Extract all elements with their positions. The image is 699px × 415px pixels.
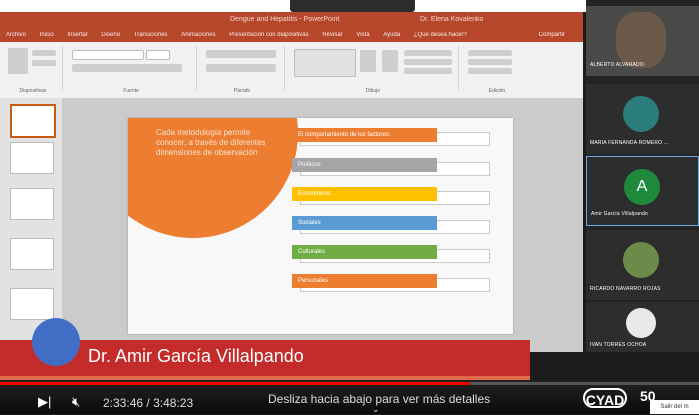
paragraph-list-buttons[interactable] — [206, 50, 276, 58]
participant-name: Amir García Villalpando — [591, 211, 649, 217]
blue-circle-graphic — [32, 318, 80, 366]
share-button[interactable]: Compartir — [539, 32, 565, 38]
menu-animaciones[interactable]: Animaciones — [181, 32, 215, 38]
ribbon-group-editing: Edición — [462, 46, 532, 94]
exit-button[interactable]: Salir del m — [650, 400, 699, 414]
font-format-buttons[interactable] — [72, 64, 182, 72]
item-box-sociales[interactable]: Sociales — [292, 216, 437, 230]
menu-archivo[interactable]: Archivo — [6, 32, 26, 38]
participant-tile[interactable]: IVAN TORRES OCHOA — [586, 302, 699, 352]
participant-name: RICARDO NAVARRO ROJAS — [590, 286, 661, 292]
item-label: Culturales — [298, 249, 326, 255]
menu-presentacion[interactable]: Presentación con diapositivas — [229, 32, 308, 38]
speaker-name: Dr. Amir García Villalpando — [88, 346, 304, 366]
participant-tile[interactable]: RICARDO NAVARRO ROJAS — [586, 230, 699, 300]
font-size-field[interactable] — [146, 50, 170, 60]
new-slide-button[interactable] — [8, 48, 28, 74]
item-label: Económicos — [298, 191, 331, 197]
find-button[interactable] — [468, 50, 512, 56]
menu-transiciones[interactable]: Transiciones — [134, 32, 168, 38]
menu-inicio[interactable]: Inicio — [40, 32, 54, 38]
time-separator: / — [146, 396, 150, 410]
shape-outline-button[interactable] — [404, 59, 452, 65]
reset-button[interactable] — [32, 60, 56, 66]
participant-avatar — [623, 242, 659, 278]
chevron-down-icon[interactable]: ⌄ — [372, 404, 380, 415]
slide[interactable]: Cada metodología permite conocer, a trav… — [128, 118, 513, 334]
select-button[interactable] — [468, 68, 512, 74]
slide-thumbnail[interactable] — [10, 104, 56, 138]
ribbon-group-slides: Diapositivas — [4, 46, 63, 94]
cyad-logo: CYAD — [583, 388, 627, 408]
menu-insertar[interactable]: Insertar — [67, 32, 87, 38]
item-box-personales[interactable]: Personales — [292, 274, 437, 288]
participant-tile[interactable]: MARIA FERNANDA ROMERO ... — [586, 84, 699, 154]
item-box-culturales[interactable]: Culturales — [292, 245, 437, 259]
menu-diseno[interactable]: Diseño — [101, 32, 120, 38]
user-name: Dr. Elena Kovalenko — [420, 16, 484, 23]
font-name-field[interactable] — [72, 50, 144, 60]
paragraph-align-buttons[interactable] — [206, 64, 276, 72]
current-time: 2:33:46 — [103, 396, 144, 410]
item-box-economicos[interactable]: Económicos — [292, 187, 437, 201]
item-label: Sociales — [298, 220, 321, 226]
ribbon-group-font: Fuente — [66, 46, 197, 94]
participant-name: MARIA FERNANDA ROMERO ... — [590, 140, 669, 146]
replace-button[interactable] — [468, 59, 512, 65]
shape-effects-button[interactable] — [404, 68, 452, 74]
mute-icon[interactable]: 🔇︎ — [72, 394, 80, 410]
progress-fill — [0, 382, 470, 385]
ribbon-group-paragraph: Párrafo — [200, 46, 285, 94]
shape-fill-button[interactable] — [404, 50, 452, 56]
ribbon-label-drawing: Dibujo — [365, 88, 381, 94]
participant-avatar: A — [624, 169, 660, 205]
participant-avatar — [626, 308, 656, 338]
powerpoint-window: Dengue and Hepatitis - PowerPoint Dr. El… — [0, 12, 583, 352]
slide-thumbnail[interactable] — [10, 238, 54, 270]
slide-canvas-area: Cada metodología permite conocer, a trav… — [62, 98, 583, 352]
ribbon-label-editing: Edición — [488, 88, 506, 94]
arrange-button[interactable] — [360, 50, 376, 72]
participant-name: IVAN TORRES OCHOA — [590, 342, 647, 348]
menu-ayuda[interactable]: Ayuda — [383, 32, 400, 38]
header-box[interactable]: El comportamiento de los factores: — [292, 128, 437, 142]
menu-vista[interactable]: Vista — [356, 32, 369, 38]
item-box-politicos[interactable]: Políticos — [292, 158, 437, 172]
item-label: Políticos — [298, 162, 321, 168]
menu-revisar[interactable]: Revisar — [322, 32, 342, 38]
title-bar: Dengue and Hepatitis - PowerPoint Dr. El… — [0, 12, 583, 28]
shapes-gallery[interactable] — [294, 49, 356, 77]
ribbon-label-paragraph: Párrafo — [233, 88, 251, 94]
ribbon: Diapositivas Fuente Párrafo Dibujo Edici… — [0, 42, 583, 99]
time-display: 2:33:46 / 3:48:23 — [103, 396, 193, 410]
item-label: Personales — [298, 278, 329, 284]
duration: 3:48:23 — [153, 396, 194, 410]
window-title: Dengue and Hepatitis - PowerPoint — [230, 16, 340, 23]
participant-avatar — [623, 96, 659, 132]
ribbon-label-slides: Diapositivas — [19, 88, 47, 94]
menu-bar: Archivo Inicio Insertar Diseño Transicio… — [0, 28, 583, 42]
quick-styles-button[interactable] — [382, 50, 398, 72]
menu-tell-me[interactable]: ¿Qué desea hacer? — [414, 32, 467, 38]
participant-tile[interactable]: ALBERTO ALVARADO — [586, 6, 699, 76]
slide-thumbnails-pane — [0, 98, 63, 352]
slide-thumbnail[interactable] — [10, 188, 54, 220]
layout-button[interactable] — [32, 50, 56, 56]
slide-thumbnail[interactable] — [10, 142, 54, 174]
slide-intro-text[interactable]: Cada metodología permite conocer, a trav… — [156, 128, 266, 158]
ribbon-label-font: Fuente — [123, 88, 139, 94]
slide-thumbnail[interactable] — [10, 288, 54, 320]
participants-panel: ALBERTO ALVARADO MARIA FERNANDA ROMERO .… — [586, 0, 699, 352]
next-icon[interactable]: ▶︎| — [38, 394, 51, 410]
participant-name: ALBERTO ALVARADO — [590, 62, 644, 68]
participant-tile[interactable]: A Amir García Villalpando — [586, 156, 699, 226]
participant-video — [616, 12, 666, 68]
ribbon-group-drawing: Dibujo — [288, 46, 459, 94]
